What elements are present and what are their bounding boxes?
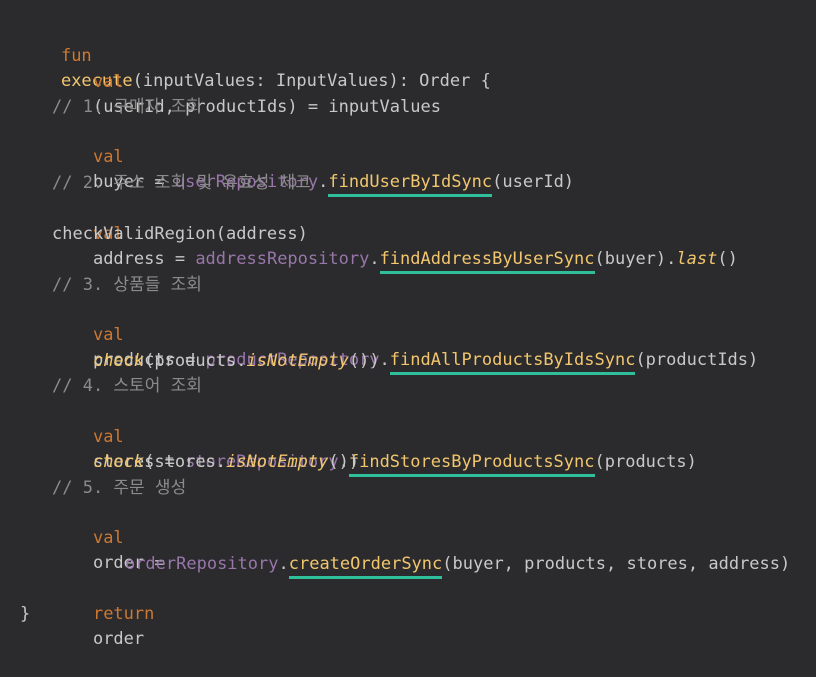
code-editor: fun execute(inputValues: InputValues): O… xyxy=(0,0,816,649)
code-line-return: return order xyxy=(52,577,154,649)
call-args: (productIds) xyxy=(635,350,759,370)
keyword-val: val xyxy=(92,147,124,167)
check-call: check xyxy=(92,351,145,371)
check-arg: (products. xyxy=(144,351,247,371)
is-not-empty-call: isNotEmpty xyxy=(226,452,329,472)
keyword-val: val xyxy=(92,72,124,92)
signature-params: (inputValues: InputValues): Order { xyxy=(132,71,491,91)
code-line-check-region: checkValidRegion(address) xyxy=(52,224,308,244)
dot: . xyxy=(318,172,329,192)
call-end: ()) xyxy=(348,351,380,371)
dot: . xyxy=(379,350,390,370)
comment-step-4: // 4. 스토어 조회 xyxy=(52,376,202,396)
call-end: () xyxy=(717,249,738,269)
comment-step-1: // 1. 구매자 조회 xyxy=(52,97,202,117)
closing-brace: } xyxy=(20,604,31,624)
code-line-stores: val stores = storeRepository.findStoresB… xyxy=(52,400,697,477)
find-address-by-user-sync-call: findAddressByUserSync xyxy=(379,249,595,274)
code-line-order: val order = xyxy=(52,501,165,573)
create-order-sync-call: createOrderSync xyxy=(288,554,443,579)
check-arg: (stores. xyxy=(144,452,227,472)
code-line-destructure: val (userId, productIds) = inputValues xyxy=(52,45,441,117)
call-args: (products) xyxy=(594,452,697,472)
last-call: last xyxy=(676,249,718,269)
is-not-empty-call: isNotEmpty xyxy=(246,351,349,371)
code-line-products: val products = productRepository.findAll… xyxy=(52,298,758,375)
call-args: (buyer). xyxy=(594,249,677,269)
comment-step-5: // 5. 주문 생성 xyxy=(52,478,187,498)
return-value: order xyxy=(92,629,145,649)
order-repository: orderRepository xyxy=(124,554,279,574)
var-address: address = xyxy=(92,249,196,269)
dot: . xyxy=(278,554,289,574)
keyword-return: return xyxy=(92,604,155,624)
find-all-products-by-ids-sync-call: findAllProductsByIdsSync xyxy=(389,350,636,375)
code-line-signature: fun execute(inputValues: InputValues): O… xyxy=(20,19,491,91)
comment-step-3: // 3. 상품들 조회 xyxy=(52,275,202,295)
call-args: (buyer, products, stores, address) xyxy=(442,554,791,574)
call-end: ()) xyxy=(328,452,360,472)
find-user-by-id-sync-call: findUserByIdSync xyxy=(328,172,493,197)
code-line-create-order: orderRepository.createOrderSync(buyer, p… xyxy=(84,527,790,579)
call-args: (userId) xyxy=(492,172,575,192)
code-line-check-products: check(products.isNotEmpty()) xyxy=(52,324,380,371)
check-call: check xyxy=(92,452,145,472)
code-line-address: val address = addressRepository.findAddr… xyxy=(52,197,738,274)
find-stores-by-products-sync-call: findStoresByProductsSync xyxy=(348,452,595,477)
dot: . xyxy=(369,249,380,269)
code-line-check-stores: check(stores.isNotEmpty()) xyxy=(52,425,359,472)
address-repository: addressRepository xyxy=(195,249,370,269)
comment-step-2: // 2. 주소 조회 및 유효성 체크 xyxy=(52,173,311,193)
code-line-buyer: val buyer = userRepository.findUserByIdS… xyxy=(52,120,574,197)
